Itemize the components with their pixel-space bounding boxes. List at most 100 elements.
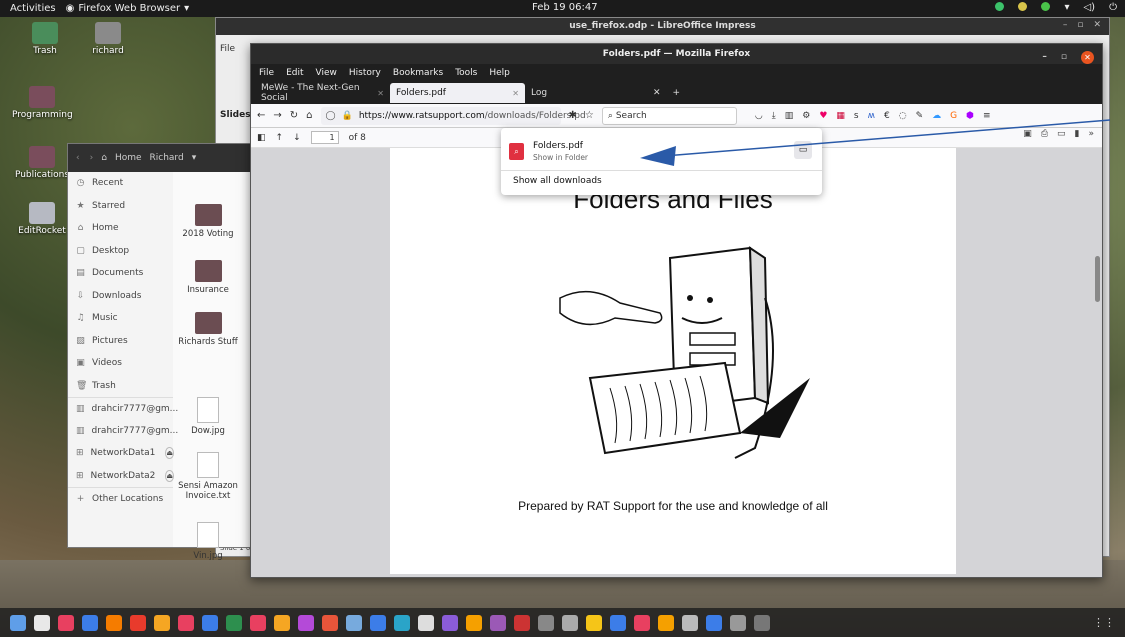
menu-item-file[interactable]: File (259, 68, 274, 78)
show-applications-icon[interactable]: ⋮⋮ (1093, 616, 1115, 629)
dock-app-icon[interactable] (634, 614, 650, 631)
desktop-icon-publications[interactable]: Publications (12, 146, 72, 180)
sidebar-item[interactable]: ⇩ Downloads (68, 285, 173, 308)
previous-page-icon[interactable]: ↑ (276, 133, 284, 143)
pocket-icon[interactable]: ◡ (755, 111, 763, 121)
sidebar-item[interactable]: ⌂ Home (68, 217, 173, 240)
menu-item-bookmarks[interactable]: Bookmarks (393, 68, 443, 78)
minimize-icon[interactable]: – (1042, 47, 1047, 67)
forward-icon[interactable]: › (90, 153, 94, 163)
firefox-window[interactable]: Folders.pdf — Mozilla Firefox – ▫ ✕ File… (250, 43, 1103, 578)
dock-app-icon[interactable] (586, 614, 602, 631)
hamburger-menu-icon[interactable]: ≡ (983, 111, 991, 121)
sidebar-item[interactable]: ▣ Videos (68, 352, 173, 375)
maximize-icon[interactable]: ▫ (1061, 47, 1067, 67)
extension-icon[interactable]: G (950, 111, 957, 121)
desktop-icon-editrocket[interactable]: EditRocket (12, 202, 72, 236)
activities-button[interactable]: Activities (0, 3, 66, 14)
dock-app-icon[interactable] (514, 614, 530, 631)
menu-item-history[interactable]: History (349, 68, 381, 78)
forward-icon[interactable]: → (273, 110, 281, 121)
file-item[interactable]: Dow.jpg (178, 397, 238, 436)
chevron-down-icon[interactable]: ▾ (192, 153, 197, 163)
close-icon[interactable]: ✕ (1081, 50, 1094, 64)
extension-icon[interactable]: ✎ (916, 111, 924, 121)
dock-app-icon[interactable] (394, 614, 410, 631)
files-window[interactable]: ‹ › ⌂ Home Richard ▾ ◷ Recent ★ Starred ⌂ Home… (67, 143, 252, 561)
extension-icon[interactable]: ▦ (836, 111, 845, 121)
dock-app-icon[interactable] (178, 614, 194, 631)
dock-app-icon[interactable] (130, 614, 146, 631)
menu-item-view[interactable]: View (316, 68, 337, 78)
dock-app-icon[interactable] (274, 614, 290, 631)
back-icon[interactable]: ‹ (76, 153, 80, 163)
close-tab-icon[interactable]: ✕ (377, 89, 384, 98)
save-icon[interactable]: ▭ (1057, 129, 1066, 139)
sidebar-item[interactable]: ⊞ NetworkData2 ⏏ (68, 465, 174, 488)
sidebar-item[interactable]: ▤ Documents (68, 262, 173, 285)
dock-app-icon[interactable] (730, 614, 746, 631)
dock-app-icon[interactable] (754, 614, 770, 631)
lock-icon[interactable]: 🔒 (342, 111, 353, 121)
network-icon[interactable] (1018, 2, 1028, 11)
search-field[interactable]: ⌕ Search (601, 106, 737, 125)
sidebar-item[interactable]: ⊞ NetworkData1 ⏏ (68, 442, 174, 465)
pdf-viewer[interactable]: Folders and Files Prepared by RAT Suppor… (251, 148, 1102, 577)
scrollbar-thumb[interactable] (1095, 256, 1100, 302)
more-tools-icon[interactable]: » (1088, 129, 1094, 139)
tab-log[interactable]: Log (525, 83, 645, 103)
tab-folders-pdf[interactable]: Folders.pdf ✕ (390, 83, 525, 103)
dock-app-icon[interactable] (298, 614, 314, 631)
new-tab-icon[interactable]: + (673, 88, 681, 98)
bookmark-icon[interactable]: ▮ (1075, 129, 1080, 139)
dock-app-icon[interactable] (610, 614, 626, 631)
dock-app-icon[interactable] (706, 614, 722, 631)
path-user[interactable]: Richard (150, 153, 184, 163)
dock-app-icon[interactable] (322, 614, 338, 631)
extension-icon[interactable]: ʍ (868, 111, 875, 121)
sidebar-item[interactable]: 🗑 Trash (68, 375, 173, 398)
bookmark-star-icon[interactable]: ☆ (585, 110, 594, 121)
dock-app-icon[interactable] (82, 614, 98, 631)
desktop-icon-programming[interactable]: Programming (12, 86, 73, 120)
dock-app-icon[interactable] (490, 614, 506, 631)
app-menu[interactable]: ◉ Firefox Web Browser ▾ (66, 3, 190, 14)
folder-item[interactable]: 2018 Voting (178, 204, 238, 239)
sidebar-item[interactable]: ♫ Music (68, 307, 173, 330)
dock-app-icon[interactable] (346, 614, 362, 631)
menu-item-edit[interactable]: Edit (286, 68, 303, 78)
minimize-icon[interactable]: – (1063, 20, 1068, 30)
dock-app-icon[interactable] (226, 614, 242, 631)
volume-icon[interactable]: ◁) (1083, 2, 1095, 13)
sidebar-item[interactable]: ▥ drahcir7777@gm... (68, 420, 178, 443)
shield-icon[interactable]: ◯ (326, 111, 336, 121)
update-icon[interactable] (1041, 2, 1051, 11)
dock-app-icon[interactable] (154, 614, 170, 631)
wifi-icon[interactable]: ▾ (1064, 2, 1069, 13)
file-item[interactable]: Vin.jpg (178, 522, 238, 561)
sidebar-icon[interactable]: ▥ (785, 111, 794, 121)
reload-icon[interactable]: ↻ (290, 110, 298, 121)
impress-menu-file[interactable]: File (220, 44, 250, 54)
dock-app-icon[interactable] (106, 614, 122, 631)
file-item[interactable]: Sensi Amazon Invoice.txt (178, 452, 238, 501)
shield-icon[interactable] (995, 2, 1005, 11)
dock-app-icon[interactable] (34, 614, 50, 631)
back-icon[interactable]: ← (257, 110, 265, 121)
extension-icon[interactable]: s (854, 111, 859, 121)
folder-item[interactable]: Richards Stuff (178, 312, 238, 347)
sidebar-item[interactable]: ▢ Desktop (68, 240, 173, 263)
dock-app-icon[interactable] (58, 614, 74, 631)
extension-icon[interactable]: € (884, 111, 890, 121)
sidebar-item[interactable]: ▥ drahcir7777@gm... (68, 397, 178, 420)
sidebar-item[interactable]: + Other Locations (68, 487, 173, 510)
power-icon[interactable]: ⏻ (1109, 2, 1117, 13)
path-home[interactable]: Home (115, 153, 142, 163)
tab-mewe[interactable]: MeWe - The Next-Gen Social ✕ (255, 83, 390, 103)
menu-item-help[interactable]: Help (489, 68, 510, 78)
next-page-icon[interactable]: ↓ (293, 133, 301, 143)
impress-window-controls[interactable]: – ▫ ✕ (1063, 20, 1101, 30)
desktop-icon-home[interactable]: richard (78, 22, 138, 56)
desktop-icon-trash[interactable]: Trash (15, 22, 75, 56)
sidebar-toggle-icon[interactable]: ◧ (257, 133, 266, 143)
